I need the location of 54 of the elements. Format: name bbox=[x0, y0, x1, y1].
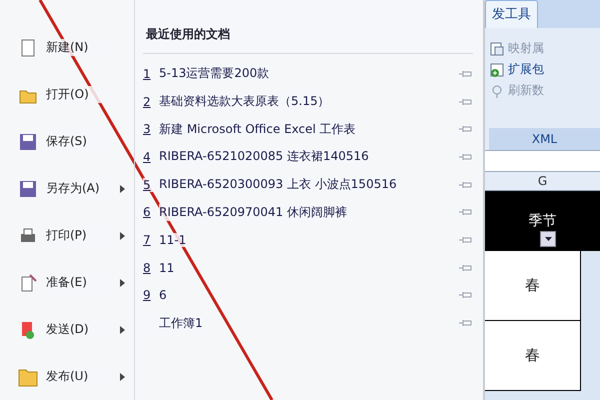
recent-file[interactable]: 1 5-13运营需要200款 bbox=[143, 60, 473, 88]
pin-icon bbox=[459, 70, 473, 78]
filter-dropdown[interactable] bbox=[540, 231, 556, 247]
recent-file[interactable]: 4 RIBERA-6521020085 连衣裙140516 bbox=[143, 143, 473, 171]
table-cell: 春 bbox=[485, 251, 581, 321]
menu-item[interactable]: 保存(S) bbox=[0, 118, 134, 165]
file-number: 4 bbox=[143, 150, 153, 164]
menu-item[interactable]: 准备(E) bbox=[0, 259, 134, 306]
file-number: 7 bbox=[143, 232, 153, 247]
submenu-arrow-icon bbox=[120, 278, 125, 286]
file-number: 5 bbox=[143, 178, 153, 192]
recent-file[interactable]: 8 11 bbox=[143, 254, 473, 282]
group-label: XML bbox=[489, 128, 600, 150]
menu-item[interactable]: 打印(P) bbox=[0, 212, 134, 259]
pin-icon bbox=[459, 208, 473, 216]
pin-icon bbox=[459, 125, 473, 134]
table-cell: 春 bbox=[485, 321, 581, 391]
menu-item[interactable]: 新建(N) bbox=[0, 24, 134, 71]
table-icon bbox=[489, 40, 505, 56]
menu-item[interactable]: 发布(U) bbox=[0, 353, 134, 400]
ribbon-tab[interactable]: 发工具 bbox=[485, 0, 538, 28]
pin-icon bbox=[459, 319, 473, 328]
pin-icon bbox=[459, 291, 473, 300]
file-number: 3 bbox=[143, 122, 153, 136]
submenu-arrow-icon bbox=[120, 232, 125, 240]
menu-item[interactable]: 发送(D) bbox=[0, 306, 134, 353]
recent-file[interactable]: 3 新建 Microsoft Office Excel 工作表 bbox=[143, 115, 473, 144]
column-header: G bbox=[485, 172, 600, 191]
recent-file[interactable]: 9 6 bbox=[143, 282, 473, 310]
caret-icon bbox=[544, 237, 552, 241]
pin-icon bbox=[459, 180, 473, 189]
recent-file[interactable]: 6 RIBERA-6520970041 休闲阔脚裤 bbox=[143, 198, 473, 226]
menu-item[interactable]: 打开(O) bbox=[0, 71, 134, 118]
recent-file[interactable]: 7 11-1 bbox=[143, 226, 473, 254]
header-text: 季节 bbox=[528, 212, 556, 230]
folder-icon bbox=[18, 366, 38, 386]
menu-item[interactable]: 另存为(A) bbox=[0, 165, 134, 212]
pin-icon bbox=[459, 98, 473, 106]
ribbon-button[interactable]: 扩展包 bbox=[489, 61, 600, 78]
submenu-arrow-icon bbox=[120, 326, 125, 334]
submenu-arrow-icon bbox=[120, 184, 125, 192]
recent-file[interactable]: 2 基础资料选款大表原表（5.15） bbox=[143, 88, 473, 116]
file-number: 1 bbox=[143, 66, 153, 81]
file-number: 8 bbox=[143, 260, 153, 275]
pin-icon bbox=[459, 236, 473, 244]
file-number: 2 bbox=[143, 94, 153, 109]
recent-file[interactable]: 5 RIBERA-6520300093 上衣 小波点150516 bbox=[143, 170, 473, 198]
file-number: 6 bbox=[143, 205, 153, 220]
pin-icon bbox=[459, 152, 473, 161]
file-number: 9 bbox=[143, 288, 153, 302]
package-icon bbox=[489, 62, 505, 78]
recent-file[interactable]: 工作簿1 bbox=[143, 309, 473, 337]
pin-icon bbox=[459, 264, 473, 272]
submenu-arrow-icon bbox=[120, 372, 125, 380]
